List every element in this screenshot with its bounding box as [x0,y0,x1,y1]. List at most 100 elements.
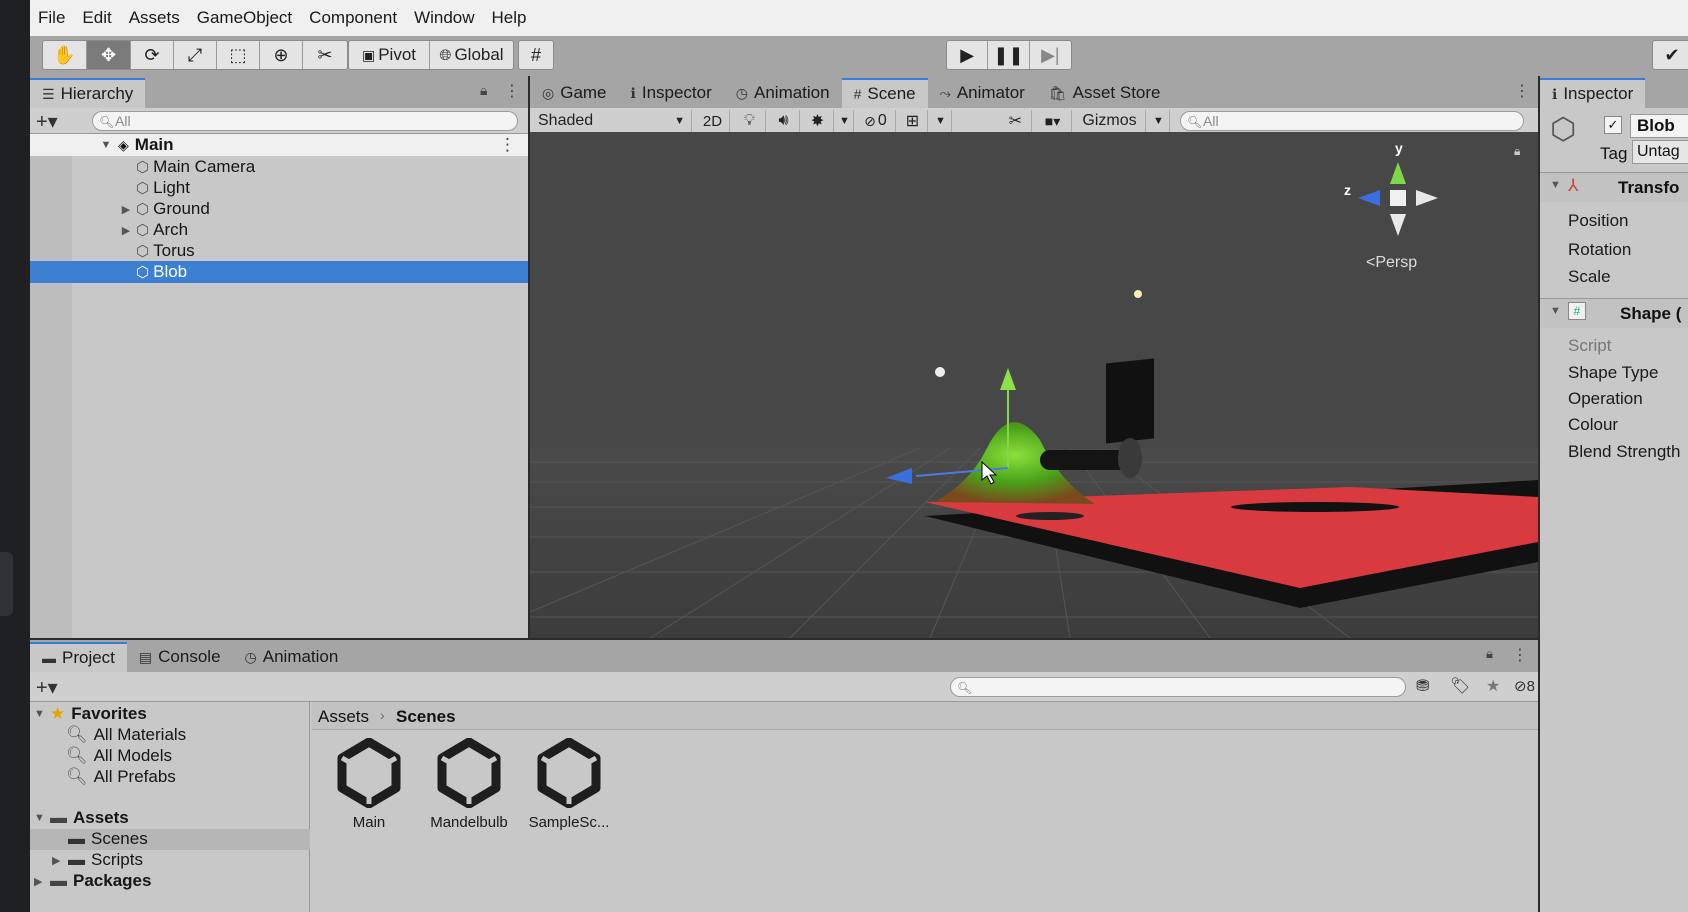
projection-label[interactable]: <Persp [1366,254,1417,272]
tab-inspector[interactable]: ℹ Inspector [1540,78,1646,108]
scene-viewport[interactable]: y z <Persp 🔒︎ [530,132,1538,638]
scene-menu-icon[interactable]: ⋮ [499,135,516,155]
rect-tool-button[interactable]: ⬚ [217,41,260,69]
project-search-input[interactable]: 🔍︎ [950,677,1406,697]
gizmos-dropdown[interactable]: ▼ [1148,110,1170,132]
grid-toggle[interactable]: ⊞ [898,110,928,132]
kebab-menu-icon[interactable]: ⋮ [1514,81,1530,101]
menu-assets[interactable]: Assets [129,8,180,28]
scale-tool-button[interactable]: ⤢ [174,41,217,69]
assets-row[interactable]: ▼ ▬ Assets [34,808,129,828]
tab-animator[interactable]: ⤳ Animator [928,78,1037,108]
tab-project[interactable]: ▬ Project [30,642,127,672]
gameobject-cube-icon[interactable]: ⬡ [1550,112,1576,147]
camera-settings-button[interactable]: ■▾ [1034,110,1072,132]
gizmos-button[interactable]: Gizmos [1074,110,1146,132]
play-button[interactable]: ▶ [947,41,989,69]
pivot-button[interactable]: ▣ Pivot [349,41,431,69]
menu-help[interactable]: Help [492,8,527,28]
favorite-item-models[interactable]: 🔍︎ All Models [66,746,172,766]
expand-arrow-icon[interactable]: ▶ [120,203,132,216]
hidden-objects-toggle[interactable]: ⊘ 0 [856,110,896,132]
create-dropdown-button[interactable]: +▾ [36,675,58,700]
step-button[interactable]: ▶| [1030,41,1071,69]
pause-button[interactable]: ❚❚ [988,41,1030,69]
kebab-menu-icon[interactable]: ⋮ [1512,645,1528,665]
hierarchy-item[interactable]: ⬡ Blob [30,261,528,283]
effects-toggle[interactable]: ✸ [802,110,834,132]
menu-component[interactable]: Component [309,8,397,28]
add-dropdown-button[interactable]: +▾ [36,109,58,134]
tab-animation[interactable]: ◷ Animation [724,78,842,108]
grid-snap-button[interactable]: # [519,41,553,69]
breadcrumb-scenes[interactable]: Scenes [396,707,456,727]
toggle-2d-button[interactable]: 2D [696,110,730,132]
audio-toggle[interactable]: 🔊︎ [768,110,800,132]
collapse-arrow-icon[interactable]: ▼ [34,812,50,824]
menu-gameobject[interactable]: GameObject [197,8,292,28]
orientation-gizmo[interactable]: y z <Persp [1344,140,1498,272]
gizmo-lock-icon[interactable]: 🔒︎ [1514,144,1520,159]
transform-tool-button[interactable]: ⊕ [260,41,303,69]
menu-window[interactable]: Window [414,8,474,28]
favorite-item-prefabs[interactable]: 🔍︎ All Prefabs [66,767,176,787]
collapse-arrow-icon[interactable]: ▼ [100,139,112,151]
breadcrumb-assets[interactable]: Assets [318,707,369,727]
favorite-item-materials[interactable]: 🔍︎ All Materials [66,725,186,745]
collapse-arrow-icon[interactable]: ▼ [1550,179,1561,191]
asset-scene-main[interactable]: Main [314,737,424,831]
expand-arrow-icon[interactable]: ▶ [52,854,68,867]
lighting-toggle[interactable]: 💡︎ [734,110,766,132]
window-handle[interactable] [0,552,13,616]
tab-hierarchy[interactable]: ☰ Hierarchy [30,78,146,108]
favorites-row[interactable]: ▼ ★ Favorites [34,704,147,724]
lock-icon[interactable]: 🔒︎ [480,82,487,99]
global-button[interactable]: 🌐︎ Global [430,41,513,69]
star-icon[interactable]: ★ [1486,676,1500,696]
menu-file[interactable]: File [38,8,65,28]
expand-arrow-icon[interactable]: ▶ [120,224,132,237]
tag-dropdown[interactable]: Untag [1632,140,1688,164]
hierarchy-item[interactable]: ⬡ Torus [30,240,528,262]
move-tool-button[interactable]: ✥ [87,41,131,69]
rotate-tool-button[interactable]: ⟳ [131,41,174,69]
hierarchy-search-input[interactable]: 🔍︎ All [92,111,518,131]
collab-button[interactable]: ✔ [1653,41,1688,69]
tab-scene[interactable]: # Scene [841,78,928,108]
active-checkbox[interactable]: ✓ [1604,116,1622,134]
collapse-arrow-icon[interactable]: ▼ [34,708,50,720]
expand-arrow-icon[interactable]: ▶ [34,875,50,888]
folder-row-scenes[interactable]: ▬ Scenes [68,829,148,849]
collapse-arrow-icon[interactable]: ▼ [1550,305,1561,317]
hierarchy-item[interactable]: ⬡ Light [30,177,528,199]
hierarchy-item[interactable]: ⬡ Main Camera [30,156,528,178]
filter-label-icon[interactable]: 🏷︎ [1450,676,1470,696]
object-name-field[interactable]: Blob [1630,114,1688,138]
hierarchy-item[interactable]: ▶ ⬡ Ground [30,198,528,220]
hidden-packages-toggle[interactable]: ⊘8 [1514,677,1535,695]
tab-console[interactable]: ▤ Console [127,642,233,672]
tab-animation-bottom[interactable]: ◷ Animation [233,642,351,672]
asset-scene-samplescene[interactable]: SampleSc... [514,737,624,831]
packages-row[interactable]: ▶ ▬ Packages [34,871,151,891]
asset-scene-mandelbulb[interactable]: Mandelbulb [414,737,524,831]
tab-asset-store[interactable]: 🛍︎ Asset Store [1037,78,1173,108]
folder-row-scripts[interactable]: ▶ ▬ Scripts [52,850,143,870]
shading-mode-dropdown[interactable]: Shaded ▼ [532,110,692,132]
tools-button[interactable]: ✂ [1000,110,1032,132]
custom-tool-button[interactable]: ✂ [303,41,347,69]
scene-row-main[interactable]: ▼ ◈ Main ⋮ [30,134,528,156]
tab-game[interactable]: ◎ Game [530,78,619,108]
kebab-menu-icon[interactable]: ⋮ [504,81,520,101]
grid-dropdown[interactable]: ▼ [930,110,952,132]
filter-type-icon[interactable]: ⛃ [1416,676,1429,696]
tab-inspector-center[interactable]: ℹ Inspector [619,78,724,108]
effects-dropdown[interactable]: ▼ [836,110,854,132]
hierarchy-item[interactable]: ▶ ⬡ Arch [30,219,528,241]
hand-tool-button[interactable]: ✋ [43,41,87,69]
menu-edit[interactable]: Edit [82,8,111,28]
lock-icon[interactable]: 🔒︎ [1486,646,1493,662]
scene-search-input[interactable]: 🔍︎ All [1180,111,1524,131]
transform-component-header[interactable]: ▼ ⅄ Transfo [1540,172,1688,202]
shape-component-header[interactable]: ▼ # Shape ( [1540,298,1688,328]
